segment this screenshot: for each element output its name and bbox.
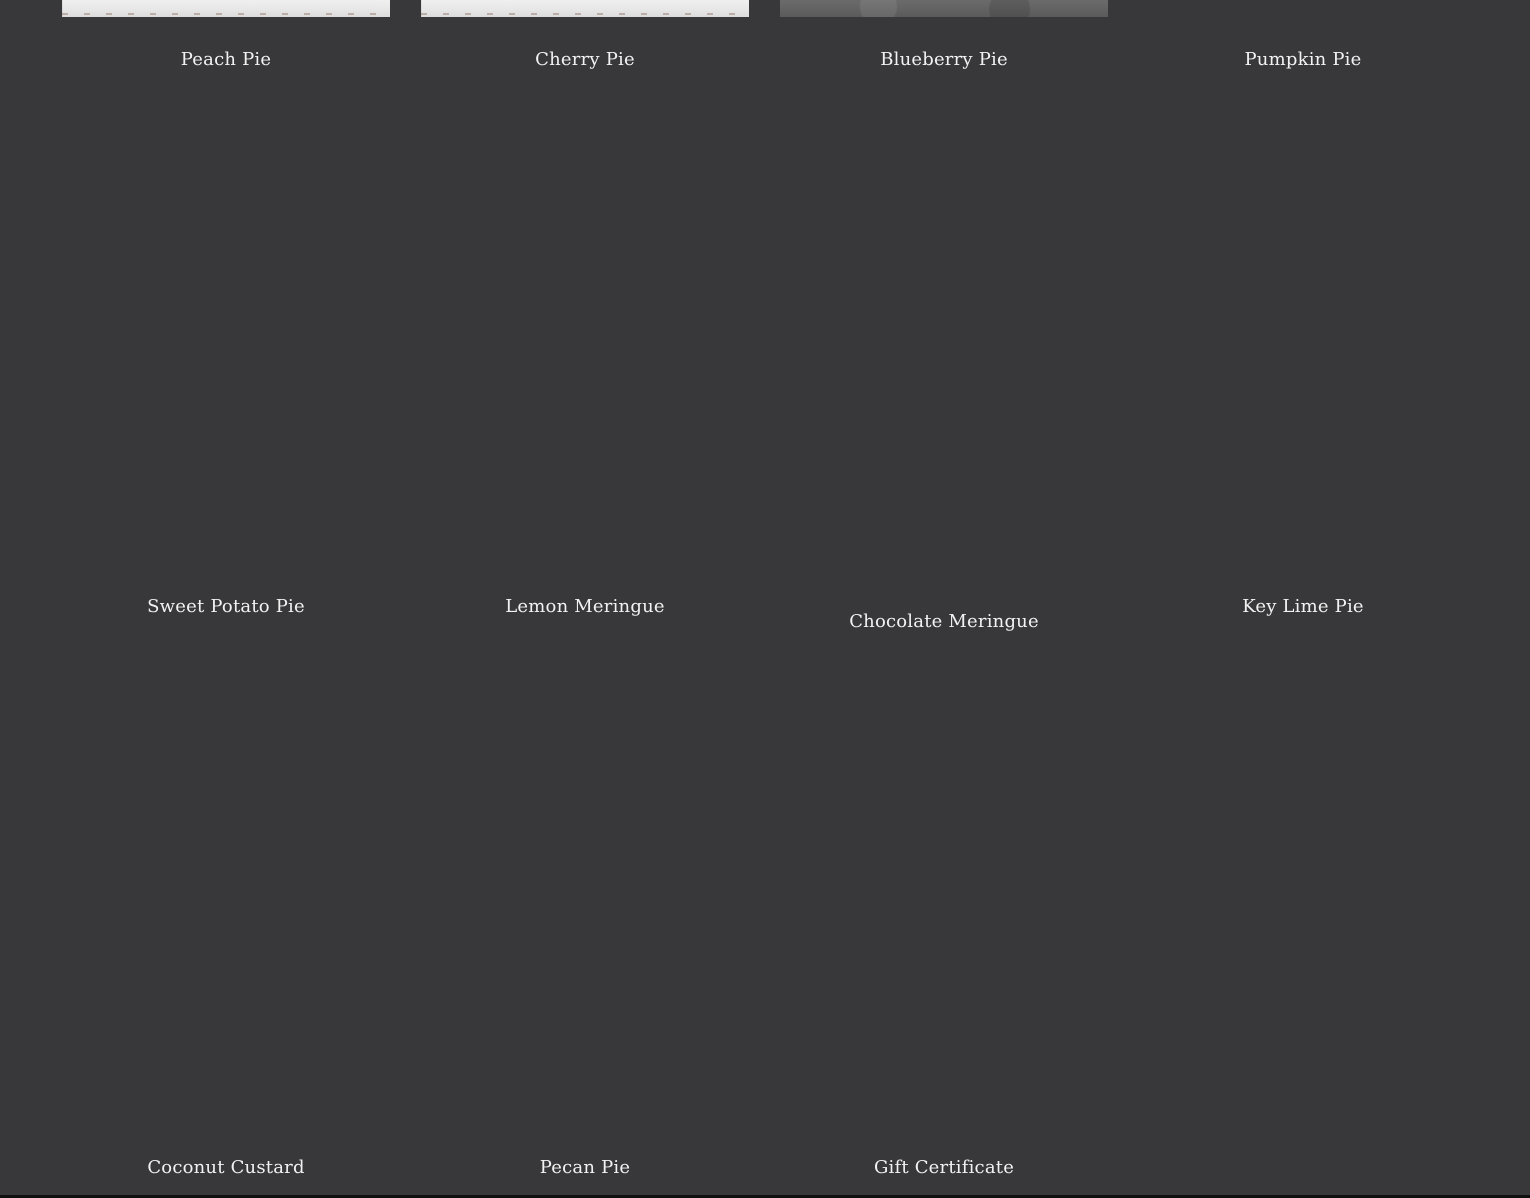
- product-title-lemon-meringue[interactable]: Lemon Meringue: [421, 596, 749, 618]
- product-title-chocolate-meringue[interactable]: Chocolate Meringue: [780, 611, 1108, 633]
- peach-pie-image[interactable]: [62, 0, 390, 17]
- product-title-coconut-custard[interactable]: Coconut Custard: [62, 1157, 390, 1179]
- product-title-pumpkin-pie[interactable]: Pumpkin Pie: [1139, 49, 1467, 71]
- product-title-pecan-pie[interactable]: Pecan Pie: [421, 1157, 749, 1179]
- product-title-key-lime-pie[interactable]: Key Lime Pie: [1139, 596, 1467, 618]
- product-title-cherry-pie[interactable]: Cherry Pie: [421, 49, 749, 71]
- product-title-peach-pie[interactable]: Peach Pie: [62, 49, 390, 71]
- product-title-blueberry-pie[interactable]: Blueberry Pie: [780, 49, 1108, 71]
- product-title-gift-certificate[interactable]: Gift Certificate: [780, 1157, 1108, 1179]
- blueberry-pie-image[interactable]: [780, 0, 1108, 17]
- cherry-pie-image[interactable]: [421, 0, 749, 17]
- product-grid-page: Peach Pie Cherry Pie Blueberry Pie Pumpk…: [0, 0, 1530, 1198]
- product-title-sweet-potato-pie[interactable]: Sweet Potato Pie: [62, 596, 390, 618]
